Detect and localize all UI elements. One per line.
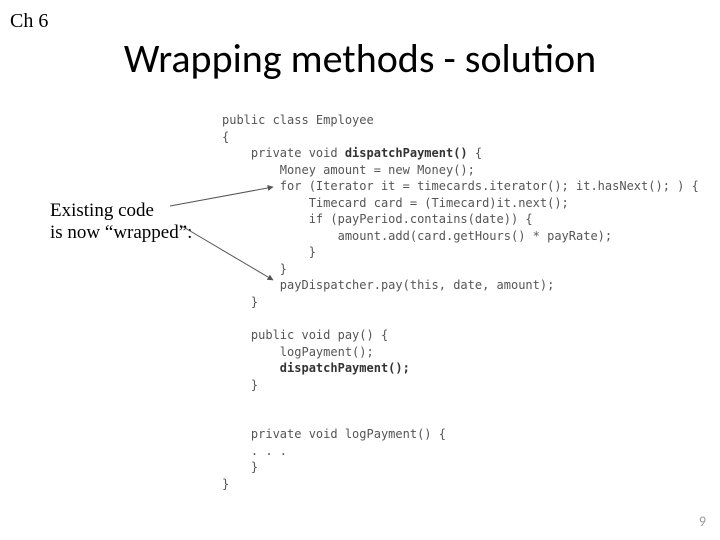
code-l16a bbox=[222, 361, 280, 375]
code-l15: logPayment(); bbox=[222, 345, 374, 359]
code-block: public class Employee { private void dis… bbox=[222, 112, 699, 493]
code-l01: public class Employee bbox=[222, 113, 374, 127]
code-l11: payDispatcher.pay(this, date, amount); bbox=[222, 278, 554, 292]
code-l07: if (payPeriod.contains(date)) { bbox=[222, 212, 533, 226]
annotation-text: Existing code is now “wrapped”: bbox=[50, 200, 192, 244]
code-l09: } bbox=[222, 245, 316, 259]
code-l06: Timecard card = (Timecard)it.next(); bbox=[222, 196, 569, 210]
page-number: 9 bbox=[699, 513, 706, 530]
code-l10: } bbox=[222, 262, 287, 276]
code-l03c: { bbox=[468, 146, 482, 160]
slide-title: Wrapping methods - solution bbox=[0, 34, 720, 83]
code-l22: } bbox=[222, 460, 258, 474]
code-l14: public void pay() { bbox=[222, 328, 388, 342]
annotation-line1: Existing code bbox=[50, 200, 154, 221]
code-l23: } bbox=[222, 477, 229, 491]
code-l03: private void bbox=[222, 146, 345, 160]
code-l20: private void logPayment() { bbox=[222, 427, 446, 441]
chapter-label: Ch 6 bbox=[10, 10, 48, 33]
code-l16b: dispatchPayment(); bbox=[280, 361, 410, 375]
code-l05: for (Iterator it = timecards.iterator();… bbox=[222, 179, 699, 193]
code-l08: amount.add(card.getHours() * payRate); bbox=[222, 229, 612, 243]
code-l04: Money amount = new Money(); bbox=[222, 163, 475, 177]
code-l17: } bbox=[222, 378, 258, 392]
annotation-line2: is now “wrapped”: bbox=[50, 222, 192, 243]
code-l02: { bbox=[222, 130, 229, 144]
code-l21: . . . bbox=[222, 444, 287, 458]
code-l12: } bbox=[222, 295, 258, 309]
code-l03b: dispatchPayment() bbox=[345, 146, 468, 160]
